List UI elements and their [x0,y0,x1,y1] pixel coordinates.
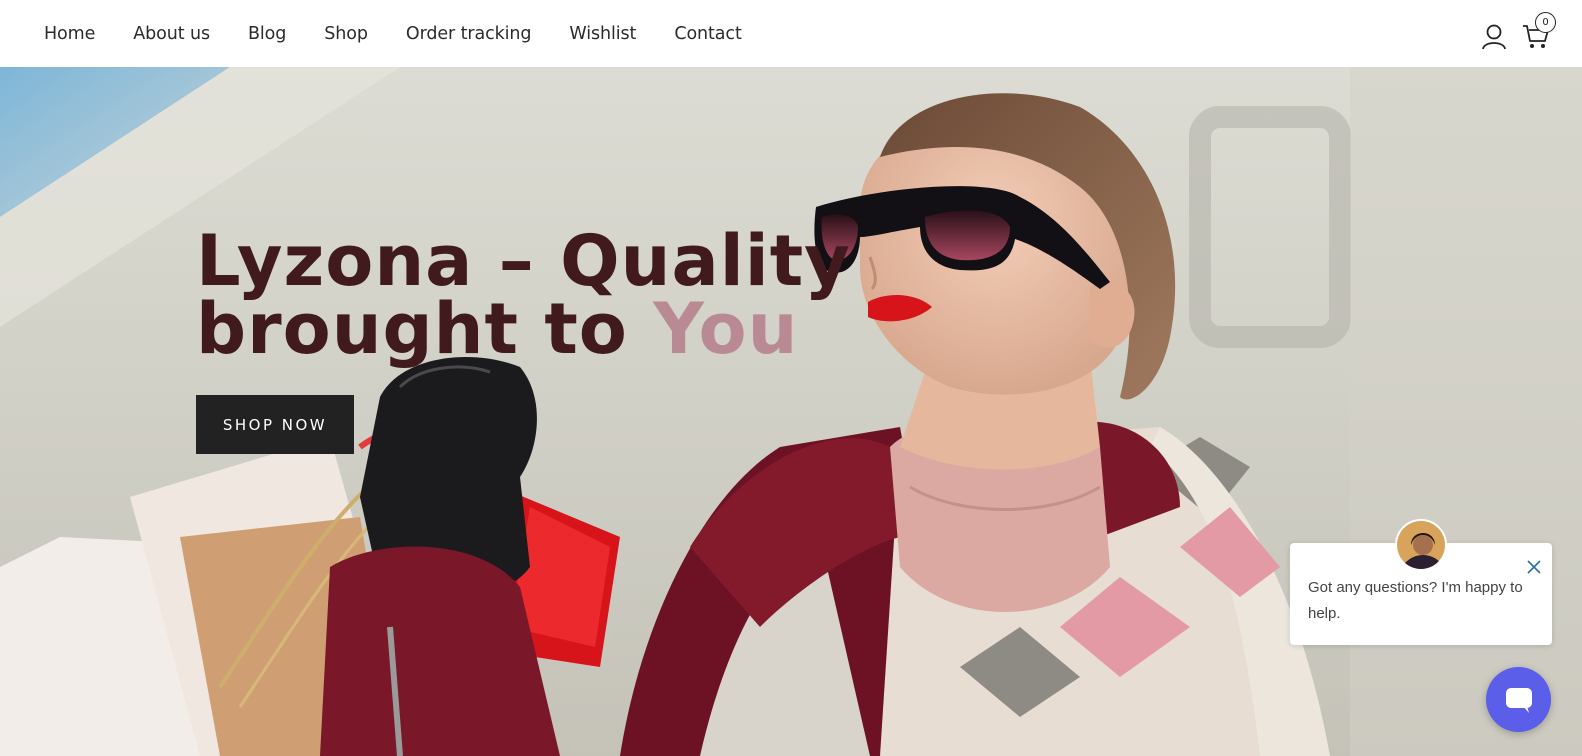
chat-icon [1505,687,1532,713]
user-icon[interactable] [1480,22,1508,50]
headline-line-2: brought to [196,288,654,370]
cart-count-badge: 0 [1535,12,1556,33]
nav-blog[interactable]: Blog [248,24,286,44]
main-nav: Home About us Blog Shop Order tracking W… [44,24,780,44]
nav-shop[interactable]: Shop [324,24,368,44]
header-actions: 0 [1480,12,1556,50]
nav-wishlist[interactable]: Wishlist [569,24,636,44]
hero-headline: Lyzona – Quality brought to You [196,226,896,364]
headline-accent: You [653,288,799,370]
site-header: Home About us Blog Shop Order tracking W… [0,0,1582,67]
chat-message-text: Got any questions? I'm happy to help. [1308,579,1523,622]
nav-order-tracking[interactable]: Order tracking [406,24,532,44]
nav-contact[interactable]: Contact [674,24,741,44]
chat-launcher-button[interactable] [1486,667,1551,732]
hero-banner: Lyzona – Quality brought to You SHOP NOW [0,67,1582,756]
chat-agent-avatar [1395,519,1447,571]
nav-home[interactable]: Home [44,24,95,44]
nav-about-us[interactable]: About us [133,24,210,44]
shop-now-button[interactable]: SHOP NOW [196,395,354,454]
close-icon[interactable] [1526,559,1542,575]
cart-button[interactable]: 0 [1522,12,1556,50]
